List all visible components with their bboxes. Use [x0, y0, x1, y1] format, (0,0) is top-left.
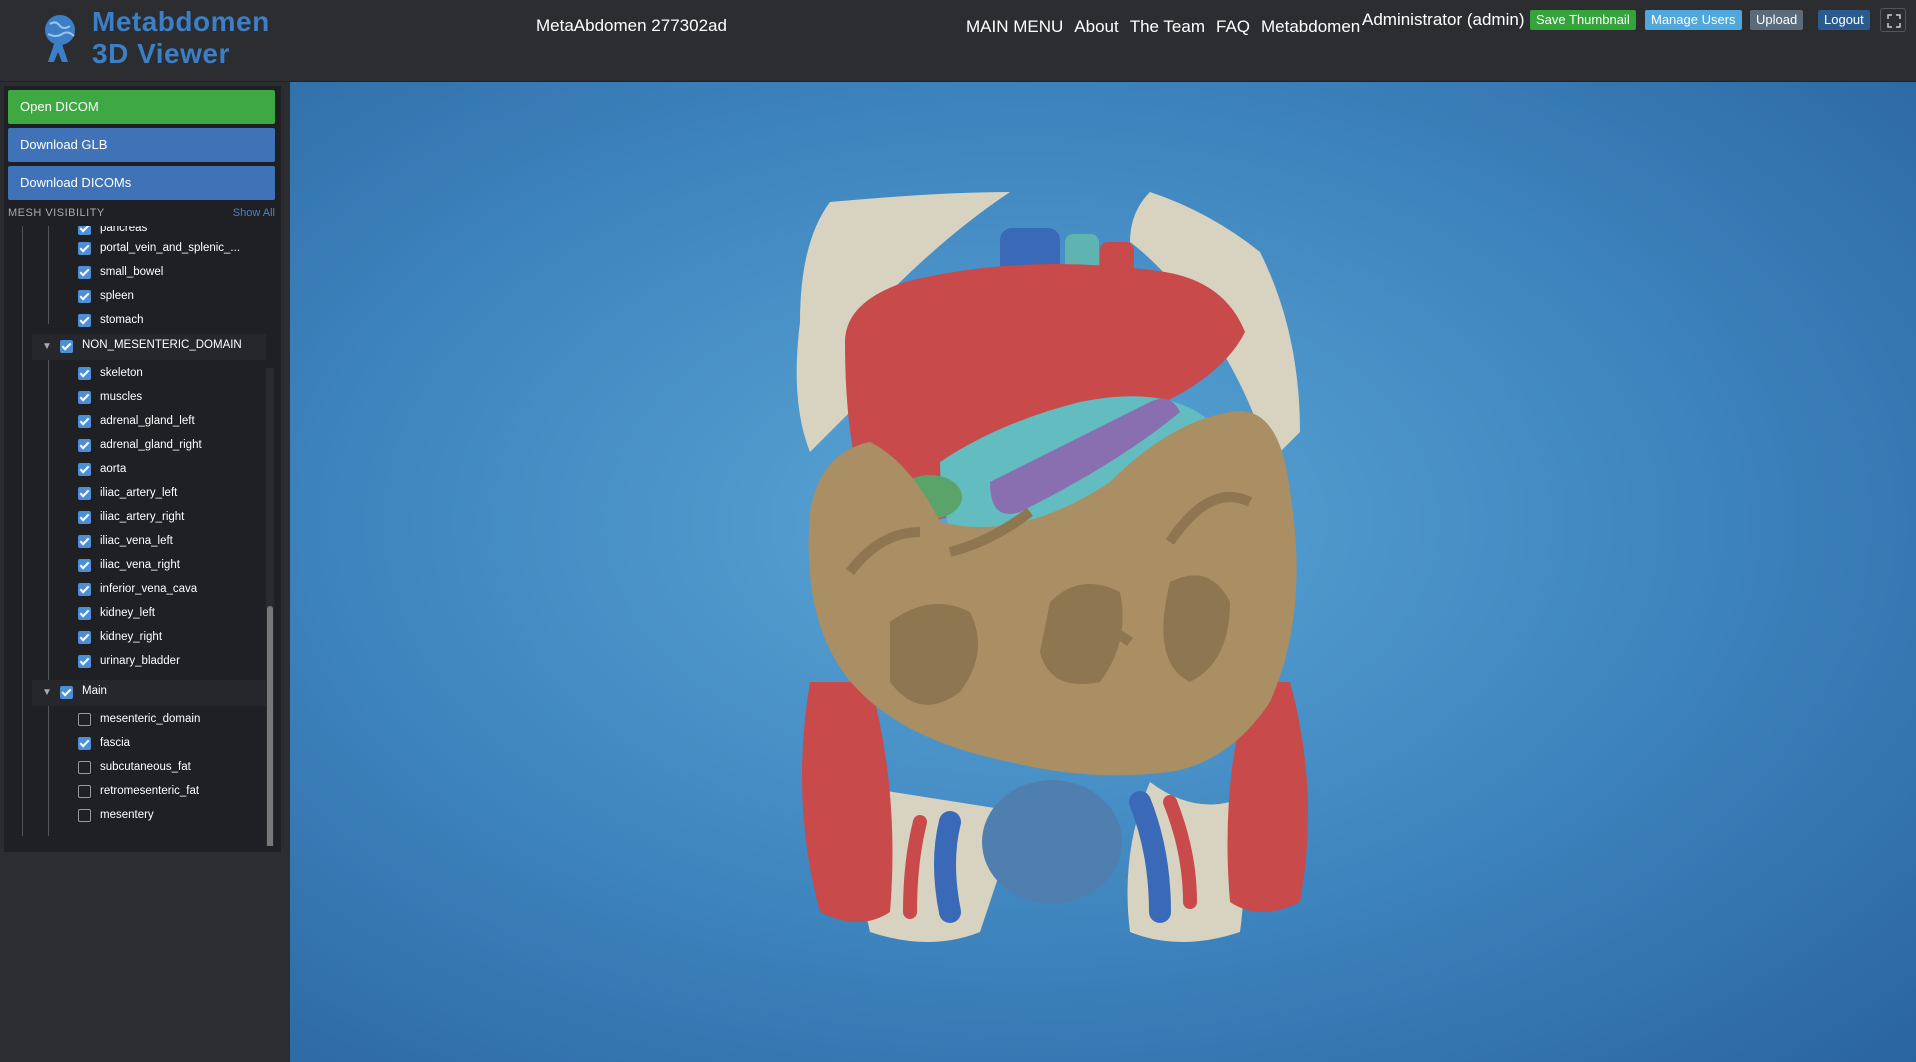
tree-guide-line [48, 356, 49, 688]
checkbox-urinary-bladder[interactable] [78, 655, 91, 668]
logo-subtitle: 3D Viewer [92, 38, 230, 69]
mesh-item-mesenteric-domain: mesenteric_domain [100, 713, 201, 725]
checkbox-portal-vein[interactable] [78, 242, 91, 255]
mesh-item-muscles: muscles [100, 391, 143, 403]
nav-the-team[interactable]: The Team [1130, 17, 1205, 37]
save-thumbnail-button[interactable]: Save Thumbnail [1530, 10, 1636, 30]
checkbox-main[interactable] [60, 686, 73, 699]
sidebar-panel: Open DICOM Download GLB Download DICOMs … [4, 86, 281, 852]
checkbox-iliac-vena-left[interactable] [78, 535, 91, 548]
fullscreen-button[interactable] [1880, 8, 1906, 32]
mesh-item-subcutaneous-fat: subcutaneous_fat [100, 761, 191, 773]
open-dicom-button[interactable]: Open DICOM [8, 90, 275, 124]
group-label: NON_MESENTERIC_DOMAIN [82, 339, 242, 351]
logo-title: Metabdomen [92, 6, 270, 37]
mesh-visibility-title: MESH VISIBILITY [8, 207, 105, 219]
nav-about[interactable]: About [1074, 17, 1118, 37]
globe-logo-icon [45, 15, 75, 62]
checkbox-retromesenteric-fat[interactable] [78, 785, 91, 798]
collapse-arrow-icon[interactable]: ▼ [42, 341, 52, 352]
logo[interactable]: Metabdomen 3D Viewer [40, 6, 280, 74]
checkbox-adrenal-right[interactable] [78, 439, 91, 452]
checkbox-kidney-left[interactable] [78, 607, 91, 620]
mesh-item-kidney-right: kidney_right [100, 631, 163, 643]
sidebar: Open DICOM Download GLB Download DICOMs … [0, 82, 290, 1062]
header: Metabdomen 3D Viewer MetaAbdomen 277302a… [0, 0, 1916, 82]
checkbox-kidney-right[interactable] [78, 631, 91, 644]
nav-faq[interactable]: FAQ [1216, 17, 1250, 37]
mesh-item-skeleton: skeleton [100, 367, 143, 379]
mesh-item-urinary-bladder: urinary_bladder [100, 655, 180, 667]
tree-guide-line [22, 226, 23, 836]
mesh-item-spleen: spleen [100, 290, 134, 302]
checkbox-iliac-vena-right[interactable] [78, 559, 91, 572]
tree-group-non-mesenteric[interactable]: ▼ NON_MESENTERIC_DOMAIN [32, 334, 266, 360]
nav-metabdomen[interactable]: Metabdomen [1261, 17, 1360, 37]
checkbox-adrenal-left[interactable] [78, 415, 91, 428]
tree-guide-line [48, 226, 49, 324]
logout-button[interactable]: Logout [1818, 10, 1870, 30]
mesh-item-iliac-vena-right: iliac_vena_right [100, 559, 180, 571]
checkbox-stomach[interactable] [78, 314, 91, 327]
mesh-item-stomach: stomach [100, 314, 144, 326]
mesh-item-mesentery: mesentery [100, 809, 154, 821]
mesh-item-portal-vein: portal_vein_and_splenic_... [100, 242, 241, 254]
anatomy-3d-model[interactable] [290, 82, 1916, 1062]
checkbox-spleen[interactable] [78, 290, 91, 303]
checkbox-mesenteric-domain[interactable] [78, 713, 91, 726]
mesh-item-retromesenteric-fat: retromesenteric_fat [100, 785, 200, 797]
mesh-item-iliac-vena-left: iliac_vena_left [100, 535, 173, 547]
checkbox-subcutaneous-fat[interactable] [78, 761, 91, 774]
checkbox-inferior-vena-cava[interactable] [78, 583, 91, 596]
checkbox-aorta[interactable] [78, 463, 91, 476]
download-dicoms-button[interactable]: Download DICOMs [8, 166, 275, 200]
mesh-visibility-header: MESH VISIBILITY Show All [8, 207, 275, 219]
3d-viewport[interactable] [290, 82, 1916, 1062]
mesh-item-iliac-artery-left: iliac_artery_left [100, 487, 178, 499]
mesh-item-inferior-vena-cava: inferior_vena_cava [100, 583, 198, 595]
mesh-item-pancreas: pancreas [100, 226, 148, 234]
checkbox-iliac-artery-left[interactable] [78, 487, 91, 500]
top-nav: MAIN MENU About The Team FAQ Metabdomen [966, 17, 1360, 37]
nav-main-menu[interactable]: MAIN MENU [966, 17, 1063, 37]
mesh-tree: pancreas portal_vein_and_splenic_... sma… [8, 226, 275, 846]
checkbox-mesentery[interactable] [78, 809, 91, 822]
mesh-item-fascia: fascia [100, 737, 131, 749]
mesh-item-iliac-artery-right: iliac_artery_right [100, 511, 185, 523]
case-id: MetaAbdomen 277302ad [536, 16, 727, 35]
checkbox-non-mesenteric-domain[interactable] [60, 340, 73, 353]
mesh-item-small-bowel: small_bowel [100, 266, 164, 278]
mesh-item-aorta: aorta [100, 463, 127, 475]
tree-group-main[interactable]: ▼ Main [32, 680, 266, 706]
checkbox-fascia[interactable] [78, 737, 91, 750]
mesh-item-kidney-left: kidney_left [100, 607, 155, 619]
checkbox-small-bowel[interactable] [78, 266, 91, 279]
collapse-arrow-icon[interactable]: ▼ [42, 687, 52, 698]
user-name: Administrator (admin) [1362, 10, 1525, 29]
checkbox-iliac-artery-right[interactable] [78, 511, 91, 524]
checkbox-skeleton[interactable] [78, 367, 91, 380]
manage-users-button[interactable]: Manage Users [1645, 10, 1742, 30]
tree-scrollbar[interactable] [267, 606, 273, 846]
fullscreen-icon [1887, 14, 1901, 28]
show-all-link[interactable]: Show All [233, 207, 275, 219]
download-glb-button[interactable]: Download GLB [8, 128, 275, 162]
checkbox-pancreas[interactable] [78, 226, 91, 235]
mesh-item-adrenal-left: adrenal_gland_left [100, 415, 195, 427]
checkbox-muscles[interactable] [78, 391, 91, 404]
group-label: Main [82, 685, 107, 697]
tree-guide-line [48, 702, 49, 836]
mesh-item-adrenal-right: adrenal_gland_right [100, 439, 202, 451]
upload-button[interactable]: Upload [1750, 10, 1804, 30]
